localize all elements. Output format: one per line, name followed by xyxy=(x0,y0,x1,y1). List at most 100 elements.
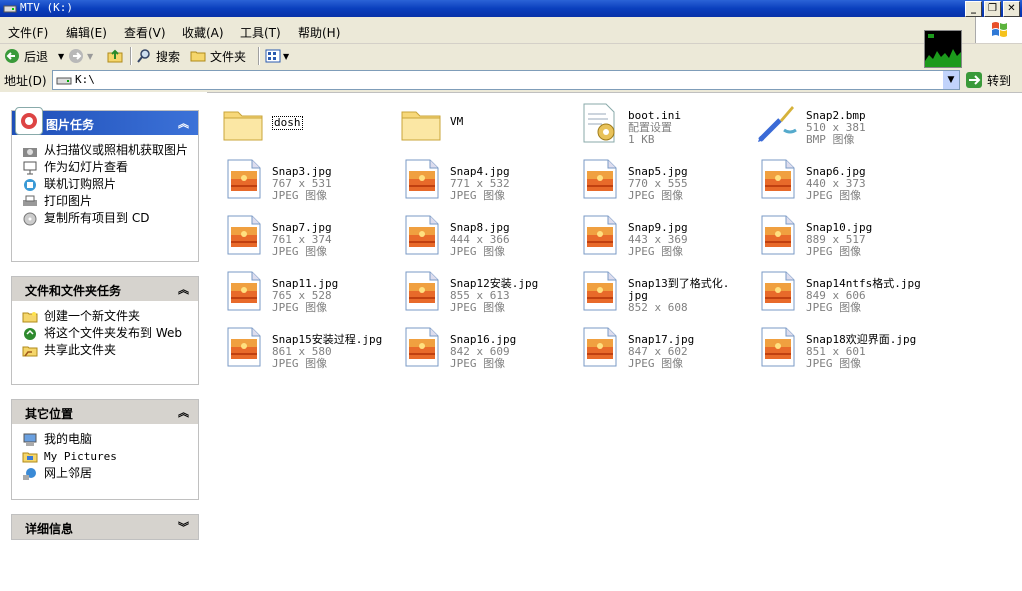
go-button[interactable]: 转到 xyxy=(965,71,1011,89)
task-share-folder[interactable]: 共享此文件夹 xyxy=(22,344,198,358)
jpg-file-icon xyxy=(220,268,266,314)
file-type: 1 KB xyxy=(628,133,655,146)
forward-dropdown-icon[interactable]: ▼ xyxy=(87,52,93,61)
file-type: 852 x 608 xyxy=(628,301,688,314)
file-item[interactable]: Snap9.jpg 443 x 369 JPEG 图像 xyxy=(569,210,747,262)
file-item[interactable]: Snap12安装.jpg 855 x 613 JPEG 图像 xyxy=(391,266,569,318)
share-folder-icon xyxy=(22,346,38,357)
views-button[interactable]: ▼ xyxy=(265,47,289,65)
picture-tasks-header[interactable]: 图片任务 ︽ xyxy=(12,107,198,135)
task-label: 作为幻灯片查看 xyxy=(44,160,129,174)
file-item[interactable]: Snap5.jpg 770 x 555 JPEG 图像 xyxy=(569,154,747,206)
menu-edit[interactable]: 编辑(E) xyxy=(66,24,107,41)
task-slideshow[interactable]: 作为幻灯片查看 xyxy=(22,161,198,175)
file-item[interactable]: Snap2.bmp 510 x 381 BMP 图像 xyxy=(747,98,925,150)
file-item[interactable]: Snap16.jpg 842 x 609 JPEG 图像 xyxy=(391,322,569,374)
file-item[interactable]: Snap15安装过程.jpg 861 x 580 JPEG 图像 xyxy=(213,322,391,374)
file-item[interactable]: Snap11.jpg 765 x 528 JPEG 图像 xyxy=(213,266,391,318)
menu-tools[interactable]: 工具(T) xyxy=(240,24,281,41)
search-label: 搜索 xyxy=(156,49,181,64)
bmp-file-icon xyxy=(754,100,800,146)
collapse-chevron-icon[interactable]: ︽ xyxy=(178,404,189,420)
file-type: JPEG 图像 xyxy=(272,245,328,258)
file-item[interactable]: Snap6.jpg 440 x 373 JPEG 图像 xyxy=(747,154,925,206)
file-item[interactable]: Snap13到了格式化. jpg 852 x 608 xyxy=(569,266,747,318)
task-new-folder[interactable]: 创建一个新文件夹 xyxy=(22,310,198,324)
file-item[interactable]: Snap10.jpg 889 x 517 JPEG 图像 xyxy=(747,210,925,262)
folders-button[interactable]: 文件夹 xyxy=(190,47,246,65)
file-type: JPEG 图像 xyxy=(806,301,862,314)
task-publish-web[interactable]: 将这个文件夹发布到 Web xyxy=(22,327,198,341)
folders-label: 文件夹 xyxy=(210,49,247,64)
file-item[interactable]: Snap7.jpg 761 x 374 JPEG 图像 xyxy=(213,210,391,262)
file-type: JPEG 图像 xyxy=(272,189,328,202)
file-item[interactable]: Snap18欢迎界面.jpg 851 x 601 JPEG 图像 xyxy=(747,322,925,374)
jpg-file-icon xyxy=(220,156,266,202)
back-button[interactable]: 后退 ▼ xyxy=(4,47,64,65)
address-dropdown-icon[interactable]: ▼ xyxy=(943,71,959,89)
task-print-pictures[interactable]: 打印图片 xyxy=(22,195,198,209)
minimize-button[interactable]: _ xyxy=(965,1,982,17)
ini-file-icon xyxy=(576,100,622,146)
back-dropdown-icon[interactable]: ▼ xyxy=(58,52,64,61)
activity-monitor-icon xyxy=(924,30,962,68)
file-item[interactable]: Snap17.jpg 847 x 602 JPEG 图像 xyxy=(569,322,747,374)
jpg-file-icon xyxy=(754,268,800,314)
menu-file[interactable]: 文件(F) xyxy=(8,24,48,41)
file-type: BMP 图像 xyxy=(806,133,855,146)
collapse-chevron-icon[interactable]: ︽ xyxy=(178,281,189,297)
up-folder-button[interactable] xyxy=(107,47,125,65)
file-item[interactable]: Snap3.jpg 767 x 531 JPEG 图像 xyxy=(213,154,391,206)
expand-chevron-icon[interactable]: ︾ xyxy=(178,519,189,535)
details-header[interactable]: 详细信息 ︾ xyxy=(12,515,198,539)
file-type: JPEG 图像 xyxy=(806,245,862,258)
jpg-file-icon xyxy=(576,268,622,314)
file-type: JPEG 图像 xyxy=(628,245,684,258)
task-pane: 图片任务 ︽ 从扫描仪或照相机获取图片 作为幻灯片查看 联机订购照片 打印图片 xyxy=(0,92,207,591)
collapse-chevron-icon[interactable]: ︽ xyxy=(178,115,189,131)
close-button[interactable]: ✕ xyxy=(1003,1,1020,17)
network-icon xyxy=(23,468,36,480)
task-label: 复制所有项目到 CD xyxy=(44,211,150,225)
file-item[interactable]: Snap4.jpg 771 x 532 JPEG 图像 xyxy=(391,154,569,206)
title-bar[interactable]: MTV (K:) _ ❐ ✕ xyxy=(0,0,1022,17)
task-order-prints[interactable]: 联机订购照片 xyxy=(22,178,198,192)
menu-favorites[interactable]: 收藏(A) xyxy=(182,24,224,41)
file-item[interactable]: boot.ini 配置设置 1 KB xyxy=(569,98,747,150)
restore-button[interactable]: ❐ xyxy=(984,1,1001,17)
file-view: dosh VM boot.ini 配置设置 1 KB Snap2.bmp 510 x 381… xyxy=(207,92,1022,591)
up-folder-icon xyxy=(107,49,123,63)
toolbar: 后退 ▼ ▼ 搜索 文件夹 ▼ xyxy=(0,44,1022,69)
file-type: JPEG 图像 xyxy=(628,357,684,370)
other-places-header[interactable]: 其它位置 ︽ xyxy=(12,400,198,424)
drive-icon xyxy=(56,77,72,85)
menu-help[interactable]: 帮助(H) xyxy=(298,24,340,41)
jpg-file-icon xyxy=(398,212,444,258)
forward-button[interactable]: ▼ xyxy=(68,47,93,65)
slideshow-icon xyxy=(23,161,37,175)
file-tasks-header[interactable]: 文件和文件夹任务 ︽ xyxy=(12,277,198,301)
file-item[interactable]: Snap14ntfs格式.jpg 849 x 606 JPEG 图像 xyxy=(747,266,925,318)
folder-item[interactable]: dosh xyxy=(213,98,391,150)
place-network[interactable]: 网上邻居 xyxy=(22,467,198,481)
drive-icon xyxy=(3,2,17,17)
back-arrow-icon xyxy=(5,49,19,63)
file-item[interactable]: Snap8.jpg 444 x 366 JPEG 图像 xyxy=(391,210,569,262)
jpg-file-icon xyxy=(754,156,800,202)
task-copy-to-cd[interactable]: 复制所有项目到 CD xyxy=(22,212,198,226)
search-button[interactable]: 搜索 xyxy=(136,47,180,65)
place-my-pictures[interactable]: My Pictures xyxy=(22,450,198,464)
picture-tasks-icon xyxy=(15,107,43,135)
folder-item[interactable]: VM xyxy=(391,98,569,150)
place-my-computer[interactable]: 我的电脑 xyxy=(22,433,198,447)
file-tasks-title: 文件和文件夹任务 xyxy=(25,284,122,298)
task-get-from-scanner[interactable]: 从扫描仪或照相机获取图片 xyxy=(22,144,198,158)
views-dropdown-icon: ▼ xyxy=(283,51,290,61)
picture-tasks-panel: 图片任务 ︽ 从扫描仪或照相机获取图片 作为幻灯片查看 联机订购照片 打印图片 xyxy=(11,107,199,262)
other-places-panel: 其它位置 ︽ 我的电脑 My Pictures 网上邻居 xyxy=(11,399,199,500)
file-name: dosh xyxy=(272,116,303,130)
task-label: 共享此文件夹 xyxy=(44,343,117,357)
menu-view[interactable]: 查看(V) xyxy=(124,24,166,41)
address-bar: 地址(D) K:\ ▼ 转到 xyxy=(0,68,1022,93)
address-input[interactable]: K:\ ▼ xyxy=(52,70,960,90)
